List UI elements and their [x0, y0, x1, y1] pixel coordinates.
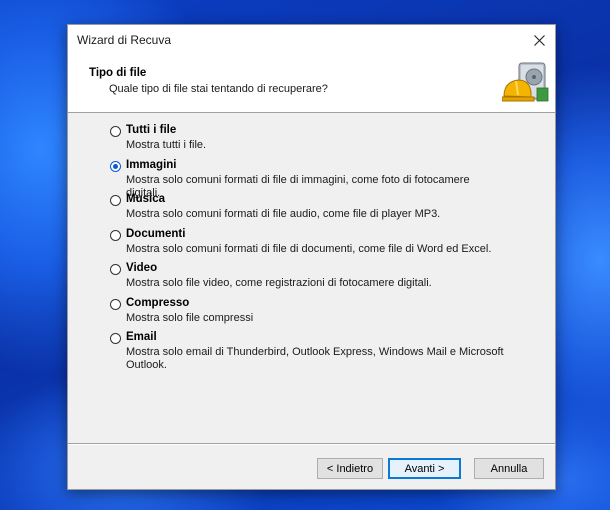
option-description: Mostra solo file video, come registrazio…	[126, 277, 432, 289]
back-button[interactable]: < Indietro	[317, 458, 383, 479]
window-title: Wizard di Recuva	[77, 33, 172, 47]
radio-images[interactable]	[110, 161, 121, 172]
option-description: Mostra solo file compressi	[126, 312, 254, 324]
radio-compressed[interactable]	[110, 299, 121, 310]
option-description: Mostra solo comuni formati di file audio…	[126, 208, 441, 220]
option-label[interactable]: Immagini	[126, 159, 176, 171]
recuva-wizard-window: Wizard di Recuva Tipo di file Quale tipo…	[67, 24, 556, 490]
next-button[interactable]: Avanti >	[388, 458, 461, 479]
option-label[interactable]: Documenti	[126, 228, 185, 240]
page-subtitle: Quale tipo di file stai tentando di recu…	[109, 83, 328, 95]
file-type-options: Tutti i file Mostra tutti i file. Immagi…	[68, 113, 555, 443]
radio-all-files[interactable]	[110, 126, 121, 137]
radio-documents[interactable]	[110, 230, 121, 241]
option-description: Mostra solo comuni formati di file di do…	[126, 243, 492, 255]
title-bar: Wizard di Recuva	[68, 25, 555, 55]
option-description: Mostra solo email di Thunderbird, Outloo…	[126, 346, 504, 371]
close-icon	[533, 34, 545, 46]
page-title: Tipo di file	[89, 67, 147, 79]
radio-video[interactable]	[110, 264, 121, 275]
option-description: Mostra tutti i file.	[126, 139, 207, 151]
footer-divider	[68, 443, 555, 445]
wizard-header: Tipo di file Quale tipo di file stai ten…	[68, 55, 555, 113]
option-label[interactable]: Compresso	[126, 297, 189, 309]
close-button[interactable]	[523, 25, 555, 55]
radio-music[interactable]	[110, 195, 121, 206]
option-label[interactable]: Video	[126, 262, 157, 274]
hard-drive-hardhat-icon	[502, 62, 549, 102]
cancel-button[interactable]: Annulla	[474, 458, 544, 479]
option-label[interactable]: Musica	[126, 193, 165, 205]
radio-email[interactable]	[110, 333, 121, 344]
option-label[interactable]: Email	[126, 331, 157, 343]
option-label[interactable]: Tutti i file	[126, 124, 176, 136]
option-description: Mostra solo comuni formati di file di im…	[126, 174, 470, 199]
